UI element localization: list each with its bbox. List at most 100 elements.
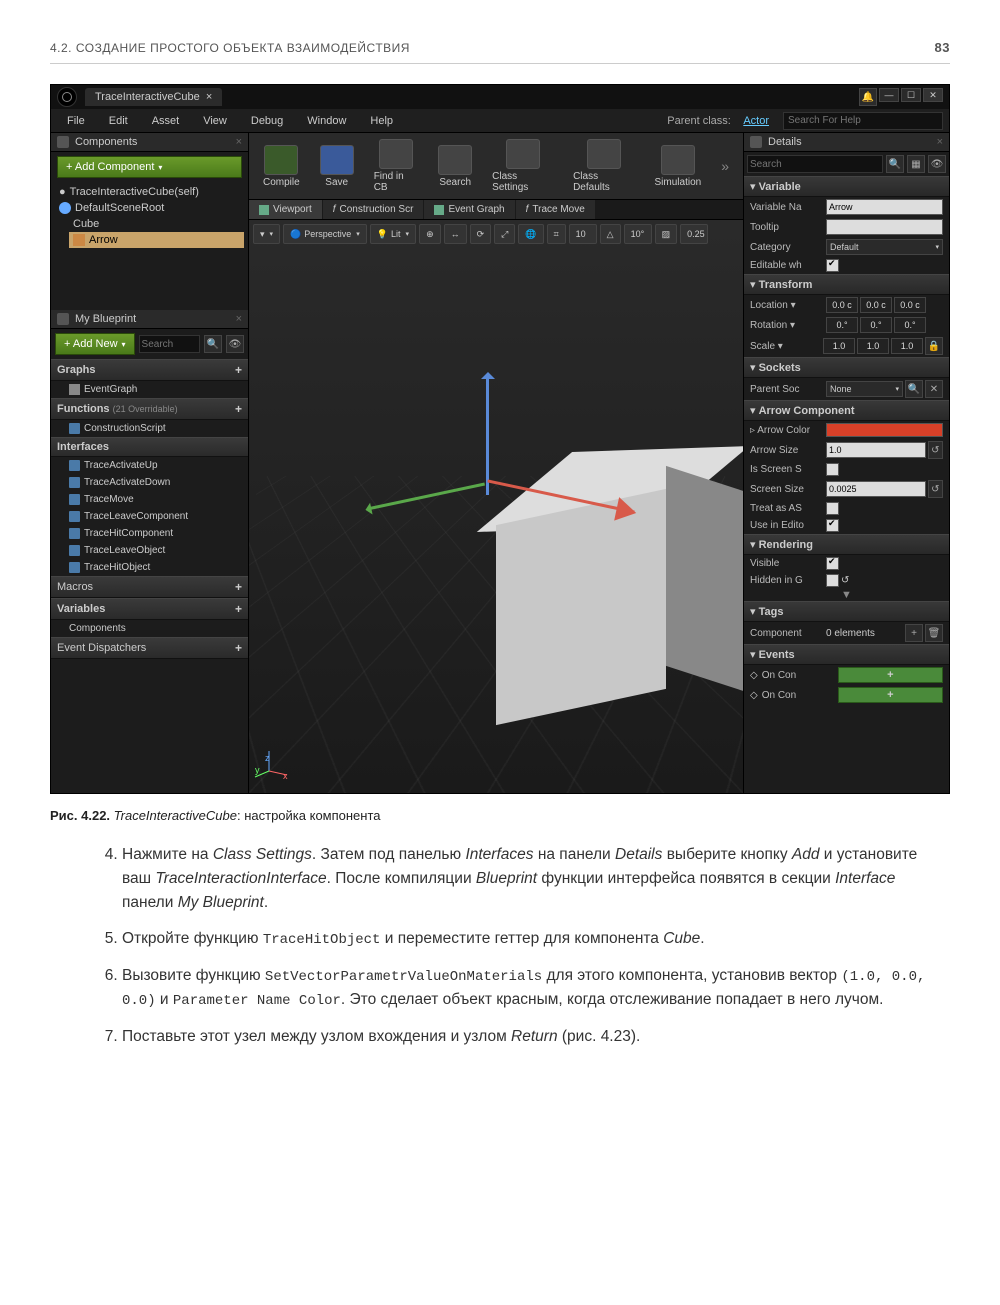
scale-snap-button[interactable]: ▨ — [655, 224, 678, 244]
translate-gizmo-button[interactable]: ↔ — [444, 224, 467, 244]
eye-icon[interactable]: 👁 — [928, 155, 946, 173]
interfaces-section[interactable]: Interfaces — [51, 437, 248, 457]
constructionscript-item[interactable]: ConstructionScript — [51, 420, 248, 437]
is-screen-size-checkbox[interactable] — [826, 463, 839, 476]
scale-z[interactable]: 1.0 — [891, 338, 923, 354]
search-button[interactable]: Search — [430, 143, 480, 190]
rotation-x[interactable]: 0.° — [826, 317, 858, 333]
grid-snap-value[interactable]: 10 — [569, 224, 597, 244]
dispatchers-section[interactable]: Event Dispatchers+ — [51, 637, 248, 659]
tree-item-arrow[interactable]: Arrow — [69, 232, 244, 248]
property-matrix-icon[interactable]: ▦ — [907, 155, 925, 173]
interface-item[interactable]: TraceActivateUp — [51, 457, 248, 474]
rendering-category[interactable]: ▾ Rendering — [744, 534, 949, 555]
category-select[interactable]: Default — [826, 239, 943, 255]
save-button[interactable]: Save — [312, 143, 362, 190]
minimize-button[interactable]: — — [879, 88, 899, 102]
viewport-menu-button[interactable]: ▾ — [253, 224, 280, 244]
interface-item[interactable]: TraceLeaveObject — [51, 542, 248, 559]
simulation-button[interactable]: Simulation — [647, 143, 710, 190]
components-panel-tab[interactable]: Components× — [51, 133, 248, 152]
visible-checkbox[interactable] — [826, 557, 839, 570]
menu-window[interactable]: Window — [297, 112, 356, 130]
asset-tab[interactable]: TraceInteractiveCube × — [85, 88, 222, 106]
viewport-3d[interactable]: ▾ 🔵 Perspective 💡 Lit ⊕ ↔ ⟳ ⤢ 🌐 ⌗ 10 △ 1… — [249, 220, 743, 793]
search-icon[interactable]: 🔍 — [886, 155, 904, 173]
tooltip-input[interactable] — [826, 219, 943, 235]
variables-section[interactable]: Variables+ — [51, 598, 248, 620]
menu-view[interactable]: View — [193, 112, 237, 130]
functions-section[interactable]: Functions (21 Overridable)+ — [51, 398, 248, 420]
tab-eventgraph[interactable]: Event Graph — [424, 200, 514, 219]
use-in-editor-checkbox[interactable] — [826, 519, 839, 532]
parent-class-link[interactable]: Actor — [743, 115, 769, 127]
add-new-button[interactable]: + Add New — [55, 333, 135, 355]
treat-as-sprite-checkbox[interactable] — [826, 502, 839, 515]
reset-icon[interactable]: ↺ — [841, 575, 849, 586]
tags-category[interactable]: ▾ Tags — [744, 601, 949, 622]
variable-category[interactable]: ▾ Variable — [744, 176, 949, 197]
events-category[interactable]: ▾ Events — [744, 644, 949, 665]
class-defaults-button[interactable]: Class Defaults — [565, 137, 642, 195]
reset-icon[interactable]: ↺ — [928, 441, 943, 459]
scale-snap-value[interactable]: 0.25 — [680, 224, 708, 244]
close-button[interactable]: ✕ — [923, 88, 943, 102]
lit-button[interactable]: 💡 Lit — [370, 224, 416, 244]
tree-item-self[interactable]: ●TraceInteractiveCube(self) — [55, 184, 244, 200]
angle-snap-value[interactable]: 10° — [624, 224, 652, 244]
clear-icon[interactable]: ✕ — [925, 380, 943, 398]
find-in-cb-button[interactable]: Find in CB — [366, 137, 426, 195]
rotation-y[interactable]: 0.° — [860, 317, 892, 333]
reset-icon[interactable]: ↺ — [928, 480, 943, 498]
add-tag-icon[interactable]: + — [905, 624, 923, 642]
scale-x[interactable]: 1.0 — [823, 338, 855, 354]
menu-file[interactable]: File — [57, 112, 95, 130]
scale-gizmo-button[interactable]: ⤢ — [494, 224, 515, 244]
interface-item[interactable]: TraceLeaveComponent — [51, 508, 248, 525]
search-icon[interactable]: 🔍 — [905, 380, 923, 398]
arrow-size-input[interactable] — [826, 442, 926, 458]
interface-item[interactable]: TraceActivateDown — [51, 474, 248, 491]
macros-section[interactable]: Macros+ — [51, 576, 248, 598]
screen-size-input[interactable] — [826, 481, 926, 497]
add-event-button[interactable]: + — [838, 667, 943, 683]
lock-icon[interactable]: 🔒 — [925, 337, 943, 355]
editable-checkbox[interactable] — [826, 259, 839, 272]
menu-edit[interactable]: Edit — [99, 112, 138, 130]
coord-button[interactable]: 🌐 — [518, 224, 543, 244]
menu-help[interactable]: Help — [360, 112, 403, 130]
location-z[interactable]: 0.0 c — [894, 297, 926, 313]
arrow-component-category[interactable]: ▾ Arrow Component — [744, 400, 949, 421]
notification-icon[interactable]: 🔔 — [859, 88, 877, 106]
graphs-section[interactable]: Graphs+ — [51, 359, 248, 381]
compile-button[interactable]: Compile — [255, 143, 308, 190]
menu-debug[interactable]: Debug — [241, 112, 293, 130]
perspective-button[interactable]: 🔵 Perspective — [283, 224, 367, 244]
myblueprint-search[interactable] — [139, 335, 200, 353]
angle-snap-button[interactable]: △ — [600, 224, 621, 244]
myblueprint-panel-tab[interactable]: My Blueprint× — [51, 310, 248, 329]
hidden-in-game-checkbox[interactable] — [826, 574, 839, 587]
parent-socket-select[interactable]: None — [826, 381, 903, 397]
location-y[interactable]: 0.0 c — [860, 297, 892, 313]
menu-asset[interactable]: Asset — [142, 112, 190, 130]
scale-y[interactable]: 1.0 — [857, 338, 889, 354]
details-search[interactable] — [747, 155, 883, 173]
tab-viewport[interactable]: Viewport — [249, 200, 322, 219]
tab-tracemove[interactable]: fTrace Move — [516, 200, 595, 219]
location-x[interactable]: 0.0 c — [826, 297, 858, 313]
surface-snap-button[interactable]: ⌗ — [547, 224, 566, 244]
tree-item-cube[interactable]: Cube — [69, 216, 244, 232]
interface-item[interactable]: TraceHitObject — [51, 559, 248, 576]
add-event-button[interactable]: + — [838, 687, 943, 703]
interface-item[interactable]: TraceHitComponent — [51, 525, 248, 542]
add-component-button[interactable]: + Add Component — [57, 156, 242, 178]
transform-category[interactable]: ▾ Transform — [744, 274, 949, 295]
interface-item[interactable]: TraceMove — [51, 491, 248, 508]
eventgraph-item[interactable]: EventGraph — [51, 381, 248, 398]
search-icon[interactable]: 🔍 — [204, 335, 222, 353]
eye-icon[interactable]: 👁 — [226, 335, 244, 353]
tree-item-sceneroot[interactable]: DefaultSceneRoot — [55, 200, 244, 216]
clear-tags-icon[interactable]: 🗑 — [925, 624, 943, 642]
tab-construction[interactable]: fConstruction Scr — [323, 200, 424, 219]
